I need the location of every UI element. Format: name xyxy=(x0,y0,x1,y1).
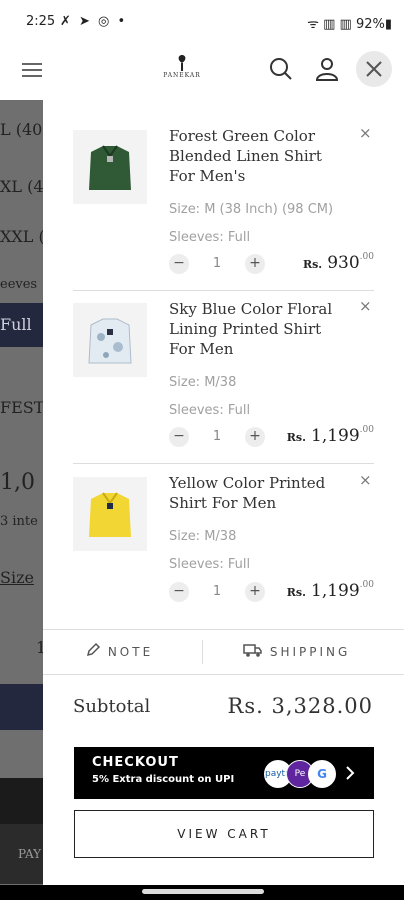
checkout-button[interactable]: CHECKOUT 5% Extra discount on UPI paytm … xyxy=(74,747,374,799)
bg-text: XL (4 xyxy=(0,177,44,196)
item-price: Rs. 930.00 xyxy=(303,252,374,273)
item-name[interactable]: Yellow Color Printed Shirt For Men xyxy=(169,473,349,513)
item-size: Size: M (38 Inch) (98 CM) xyxy=(169,202,334,217)
bg-block xyxy=(0,778,44,824)
bg-text: FEST xyxy=(0,398,44,417)
quantity-stepper: − 1 + xyxy=(169,254,279,274)
menu-icon[interactable] xyxy=(22,59,42,81)
price-amount: 1,199 xyxy=(311,581,360,601)
decrease-qty-button[interactable]: − xyxy=(169,427,189,447)
shipping-label: SHIPPING xyxy=(269,645,351,659)
truck-icon xyxy=(243,644,262,657)
status-right: ᯤ ▥ ▥ 92%▮ xyxy=(307,17,392,32)
brand-logo[interactable]: PANEKAR xyxy=(158,54,206,90)
system-nav-bar xyxy=(0,885,404,900)
dimmed-product-page: L (40 XL (4 XXL ( eeves Full FEST 1,0 3 … xyxy=(0,100,44,900)
chevron-right-icon xyxy=(346,766,355,780)
item-size: Size: M/38 xyxy=(169,375,237,390)
bg-text: L (40 xyxy=(0,120,43,139)
remove-item-icon[interactable]: × xyxy=(359,299,373,314)
bg-block xyxy=(0,684,44,730)
price-decimals: .00 xyxy=(359,425,374,435)
remove-item-icon[interactable]: × xyxy=(359,126,373,141)
checkout-subtitle: 5% Extra discount on UPI xyxy=(92,774,235,785)
price-amount: 1,199 xyxy=(311,426,360,446)
close-drawer-button[interactable] xyxy=(356,51,392,87)
note-button[interactable]: NOTE xyxy=(85,640,153,664)
close-icon xyxy=(366,61,382,77)
bg-text: PAY xyxy=(0,824,44,884)
item-size: Size: M/38 xyxy=(169,529,237,544)
logo-text: PANEKAR xyxy=(163,72,201,79)
pencil-icon xyxy=(86,642,101,657)
cart-item: Yellow Color Printed Shirt For Men × Siz… xyxy=(73,465,374,637)
account-icon[interactable] xyxy=(314,56,340,82)
remove-item-icon[interactable]: × xyxy=(359,473,373,488)
item-sleeves: Sleeves: Full xyxy=(169,557,251,572)
quantity-stepper: − 1 + xyxy=(169,582,279,602)
bg-text: XXL ( xyxy=(0,227,44,246)
decrease-qty-button[interactable]: − xyxy=(169,254,189,274)
item-name[interactable]: Forest Green Color Blended Linen Shirt F… xyxy=(169,126,349,186)
divider xyxy=(202,640,203,664)
quantity-value: 1 xyxy=(212,584,222,599)
notification-icons: ✗ ➤ ◎ • xyxy=(60,14,128,29)
bg-text: Size xyxy=(0,568,34,587)
bg-text: eeves xyxy=(0,277,38,292)
subtotal-value: Rs. 3,328.00 xyxy=(227,694,373,718)
price-currency: Rs. xyxy=(302,258,323,271)
increase-qty-button[interactable]: + xyxy=(245,254,265,274)
cart-actions: NOTE SHIPPING xyxy=(43,629,404,675)
bg-text: Full xyxy=(0,303,44,347)
status-bar: 2:25 ✗ ➤ ◎ • ᯤ ▥ ▥ 92%▮ xyxy=(0,0,404,44)
bg-text: 1,0 xyxy=(0,470,35,495)
quantity-stepper: − 1 + xyxy=(169,427,279,447)
gpay-icon: G xyxy=(308,760,336,788)
product-image[interactable] xyxy=(73,303,147,377)
cart-drawer: Forest Green Color Blended Linen Shirt F… xyxy=(43,100,404,885)
item-price: Rs. 1,199.00 xyxy=(287,425,374,446)
item-name[interactable]: Sky Blue Color Floral Lining Printed Shi… xyxy=(169,299,349,359)
checkout-title: CHECKOUT xyxy=(92,755,179,770)
site-header: PANEKAR xyxy=(0,44,404,101)
increase-qty-button[interactable]: + xyxy=(245,427,265,447)
note-label: NOTE xyxy=(107,645,154,659)
item-price: Rs. 1,199.00 xyxy=(287,580,374,601)
product-image[interactable] xyxy=(73,130,147,204)
bg-text: 3 inte xyxy=(0,514,38,529)
status-time: 2:25 xyxy=(26,14,56,29)
cart-item: Forest Green Color Blended Linen Shirt F… xyxy=(73,118,374,291)
price-decimals: .00 xyxy=(359,580,374,590)
subtotal-label: Subtotal xyxy=(73,696,151,717)
search-icon[interactable] xyxy=(268,56,294,82)
item-sleeves: Sleeves: Full xyxy=(169,403,251,418)
price-amount: 930 xyxy=(327,253,360,273)
price-currency: Rs. xyxy=(286,586,306,599)
shipping-button[interactable]: SHIPPING xyxy=(243,640,350,664)
price-currency: Rs. xyxy=(286,431,306,444)
increase-qty-button[interactable]: + xyxy=(245,582,265,602)
cart-item: Sky Blue Color Floral Lining Printed Shi… xyxy=(73,291,374,464)
decrease-qty-button[interactable]: − xyxy=(169,582,189,602)
quantity-value: 1 xyxy=(212,429,222,444)
item-sleeves: Sleeves: Full xyxy=(169,230,251,245)
quantity-value: 1 xyxy=(212,256,222,271)
home-gesture-handle[interactable] xyxy=(142,889,264,894)
product-image[interactable] xyxy=(73,477,147,551)
price-decimals: .00 xyxy=(359,252,374,262)
view-cart-button[interactable]: VIEW CART xyxy=(74,810,374,858)
